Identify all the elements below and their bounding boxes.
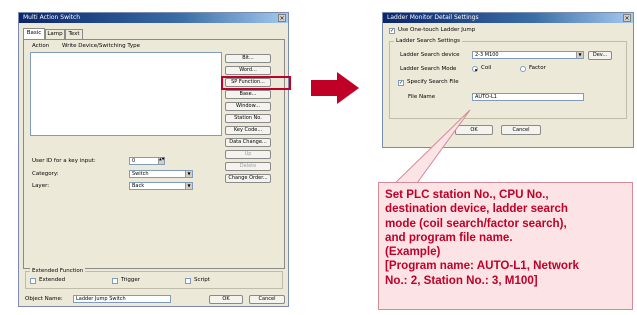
callout-line: Set PLC station No., CPU No.,: [385, 188, 549, 201]
callout-box: Set PLC station No., CPU No., destinatio…: [378, 182, 633, 310]
callout-line: mode (coil search/factor search),: [385, 216, 567, 230]
callout-line: destination device, ladder search: [385, 202, 568, 216]
callout-line: (Example): [385, 245, 441, 259]
callout-line: and program file name.: [385, 230, 513, 244]
callout-line: [Program name: AUTO-L1, Network: [385, 259, 579, 273]
callout-line: No.: 2, Station No.: 3, M100]: [385, 273, 538, 287]
